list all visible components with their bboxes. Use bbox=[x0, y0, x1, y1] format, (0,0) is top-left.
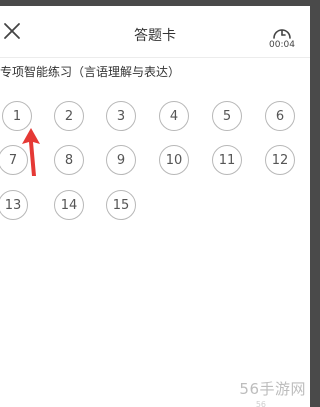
question-button[interactable]: 9 bbox=[106, 145, 136, 175]
top-bar: 答题卡 00:04 bbox=[0, 6, 310, 58]
question-button[interactable]: 14 bbox=[54, 190, 84, 220]
elapsed-time: 00:04 bbox=[269, 40, 295, 50]
question-button[interactable]: 5 bbox=[212, 101, 242, 131]
page-title: 答题卡 bbox=[134, 28, 176, 44]
question-button[interactable]: 13 bbox=[0, 190, 28, 220]
watermark: 56手游网 bbox=[239, 380, 306, 398]
question-button[interactable]: 12 bbox=[265, 145, 295, 175]
timer-button[interactable]: 00:04 bbox=[268, 24, 296, 54]
question-button[interactable]: 2 bbox=[54, 101, 84, 131]
question-button[interactable]: 1 bbox=[2, 101, 32, 131]
stopwatch-icon bbox=[273, 29, 291, 39]
question-button[interactable]: 4 bbox=[159, 101, 189, 131]
section-title: 专项智能练习（言语理解与表达） bbox=[0, 65, 181, 79]
question-button[interactable]: 15 bbox=[106, 190, 136, 220]
answer-card-screen: 答题卡 00:04 专项智能练习（言语理解与表达） 1 2 3 4 5 6 7 … bbox=[0, 6, 310, 407]
question-button[interactable]: 11 bbox=[212, 145, 242, 175]
question-button[interactable]: 8 bbox=[54, 145, 84, 175]
question-button[interactable]: 6 bbox=[265, 101, 295, 131]
question-button[interactable]: 7 bbox=[0, 145, 28, 175]
question-button[interactable]: 10 bbox=[159, 145, 189, 175]
watermark-sub: 56 bbox=[255, 400, 266, 407]
question-button[interactable]: 3 bbox=[106, 101, 136, 131]
